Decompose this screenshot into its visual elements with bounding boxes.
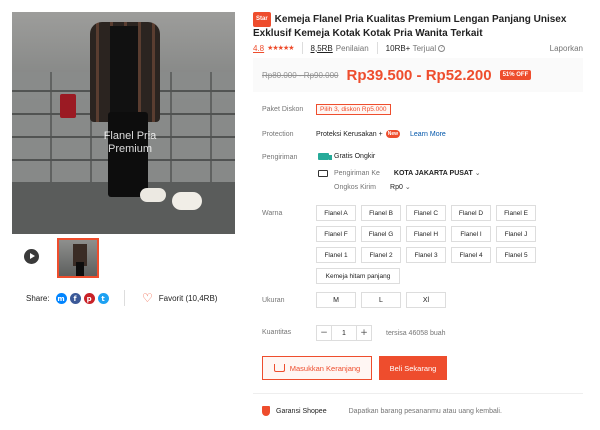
free-shipping-text: Gratis Ongkir: [334, 153, 376, 160]
star-rating-icon: ★★★★★: [267, 44, 294, 52]
thumbnail-pants: [76, 262, 84, 276]
stock-text: tersisa 46058 buah: [386, 329, 446, 337]
add-to-cart-button[interactable]: Masukkan Keranjang: [262, 356, 372, 380]
free-shipping-row: Gratis Ongkir: [318, 153, 375, 160]
share-divider: [124, 290, 125, 306]
new-badge: New: [385, 130, 401, 138]
sold-label: Terjual: [412, 43, 437, 53]
learn-more-link[interactable]: Learn More: [410, 131, 446, 138]
size-label: Ukuran: [262, 297, 285, 304]
shipping-label: Pengiriman: [262, 154, 298, 161]
ratings-label: Penilaian: [335, 43, 369, 53]
image-inner-shirt: [110, 26, 138, 116]
quantity-label: Kuantitas: [262, 329, 292, 336]
chevron-down-icon: ⌄: [474, 169, 481, 177]
original-price: Rp80.000 - Rp90.000: [262, 70, 339, 80]
ship-cost-label: Ongkos Kirim: [334, 183, 377, 191]
pinterest-icon[interactable]: p: [83, 293, 95, 304]
variant-option[interactable]: Flanel B: [361, 205, 401, 221]
color-label: Warna: [262, 210, 283, 217]
increment-button[interactable]: +: [356, 325, 372, 341]
quantity-input[interactable]: 1: [332, 325, 356, 341]
quantity-stepper: − 1 + tersisa 46058 buah: [316, 325, 446, 341]
protection-label: Protection: [262, 131, 294, 138]
guarantee-title: Garansi Shopee: [276, 407, 327, 415]
current-price: Rp39.500 - Rp52.200: [346, 66, 492, 84]
image-shoe: [172, 192, 202, 210]
variant-option[interactable]: Flanel 4: [451, 247, 491, 263]
messenger-icon[interactable]: m: [55, 293, 67, 304]
variant-option[interactable]: Flanel 1: [316, 247, 356, 263]
divider: [376, 42, 378, 54]
variant-option[interactable]: Flanel H: [406, 226, 446, 242]
divider: [253, 393, 583, 394]
add-to-cart-label: Masukkan Keranjang: [289, 363, 361, 373]
ship-cost-dropdown[interactable]: Rp0 ⌄: [390, 183, 411, 191]
size-option[interactable]: L: [361, 292, 401, 308]
product-title-text: Kemeja Flanel Pria Kualitas Premium Leng…: [253, 14, 567, 39]
image-cup: [60, 94, 76, 118]
guarantee-desc: Dapatkan barang pesananmu atau uang kemb…: [348, 407, 502, 415]
twitter-icon[interactable]: t: [97, 293, 109, 304]
decrement-button[interactable]: −: [316, 325, 332, 341]
image-shoe: [140, 188, 166, 202]
ship-to-dropdown[interactable]: KOTA JAKARTA PUSAT ⌄: [394, 169, 481, 177]
cart-icon: [273, 364, 285, 372]
facebook-icon[interactable]: f: [69, 293, 81, 304]
divider: [301, 42, 303, 54]
gallery-thumbnail[interactable]: [57, 238, 99, 278]
buy-now-button[interactable]: Beli Sekarang: [379, 356, 447, 380]
rating-row: 4.8 ★★★★★ 8,5RB Penilaian 10RB+ Terjual …: [253, 42, 583, 54]
protection-row: Proteksi Kerusakan + New Learn More: [316, 130, 446, 138]
size-option[interactable]: Xl: [406, 292, 446, 308]
favorite-label: Favorit (10,4RB): [158, 293, 218, 303]
variant-option[interactable]: Flanel A: [316, 205, 356, 221]
size-options: M L Xl: [316, 292, 446, 308]
share-bar: Share: m f p t: [26, 293, 109, 304]
ship-cost-value: Rp0: [390, 184, 403, 191]
product-title: Star Kemeja Flanel Pria Kualitas Premium …: [253, 12, 583, 40]
sold-count: 10RB+: [385, 43, 411, 53]
variant-option[interactable]: Kemeja hitam panjang: [316, 268, 400, 284]
ship-to-label: Pengiriman Ke: [334, 169, 380, 177]
favorite-button[interactable]: ♡ Favorit (10,4RB): [142, 291, 218, 305]
variant-option[interactable]: Flanel C: [406, 205, 446, 221]
variant-option[interactable]: Flanel J: [496, 226, 536, 242]
variant-option[interactable]: Flanel G: [361, 226, 401, 242]
variant-option[interactable]: Flanel E: [496, 205, 536, 221]
star-seller-badge: Star: [253, 12, 271, 27]
product-main-image[interactable]: Flanel Pria Premium: [12, 12, 235, 234]
guarantee-row: Garansi Shopee Dapatkan barang pesananmu…: [262, 406, 502, 416]
chevron-down-icon: ⌄: [404, 183, 411, 191]
rating-value[interactable]: 4.8: [253, 44, 264, 53]
free-shipping-truck-icon: [318, 153, 332, 160]
paket-discount-chip[interactable]: Pilih 3, diskon Rp5.000: [316, 104, 391, 115]
price-box: Rp80.000 - Rp90.000 Rp39.500 - Rp52.200 …: [253, 58, 583, 92]
variant-option[interactable]: Flanel I: [451, 226, 491, 242]
discount-badge: 51% OFF: [499, 70, 532, 80]
ratings-count[interactable]: 8,5RB: [311, 44, 333, 53]
buy-now-label: Beli Sekarang: [389, 363, 437, 373]
variant-option[interactable]: Flanel 2: [361, 247, 401, 263]
protection-text: Proteksi Kerusakan +: [316, 130, 383, 138]
paket-label: Paket Diskon: [262, 106, 304, 113]
video-play-icon[interactable]: [24, 249, 39, 264]
variant-option[interactable]: Flanel 3: [406, 247, 446, 263]
info-icon[interactable]: ?: [438, 44, 446, 52]
heart-icon: ♡: [142, 291, 153, 305]
truck-icon: [318, 170, 328, 177]
ship-to-value: KOTA JAKARTA PUSAT: [393, 170, 473, 177]
shield-icon: [262, 406, 270, 416]
image-watermark: Flanel Pria Premium: [103, 130, 157, 155]
variant-option[interactable]: Flanel 5: [496, 247, 536, 263]
variant-option[interactable]: Flanel F: [316, 226, 356, 242]
variant-option[interactable]: Flanel D: [451, 205, 491, 221]
share-label: Share:: [26, 294, 50, 303]
size-option[interactable]: M: [316, 292, 356, 308]
report-link[interactable]: Laporkan: [550, 44, 583, 53]
color-variants: Flanel A Flanel B Flanel C Flanel D Flan…: [316, 205, 536, 284]
